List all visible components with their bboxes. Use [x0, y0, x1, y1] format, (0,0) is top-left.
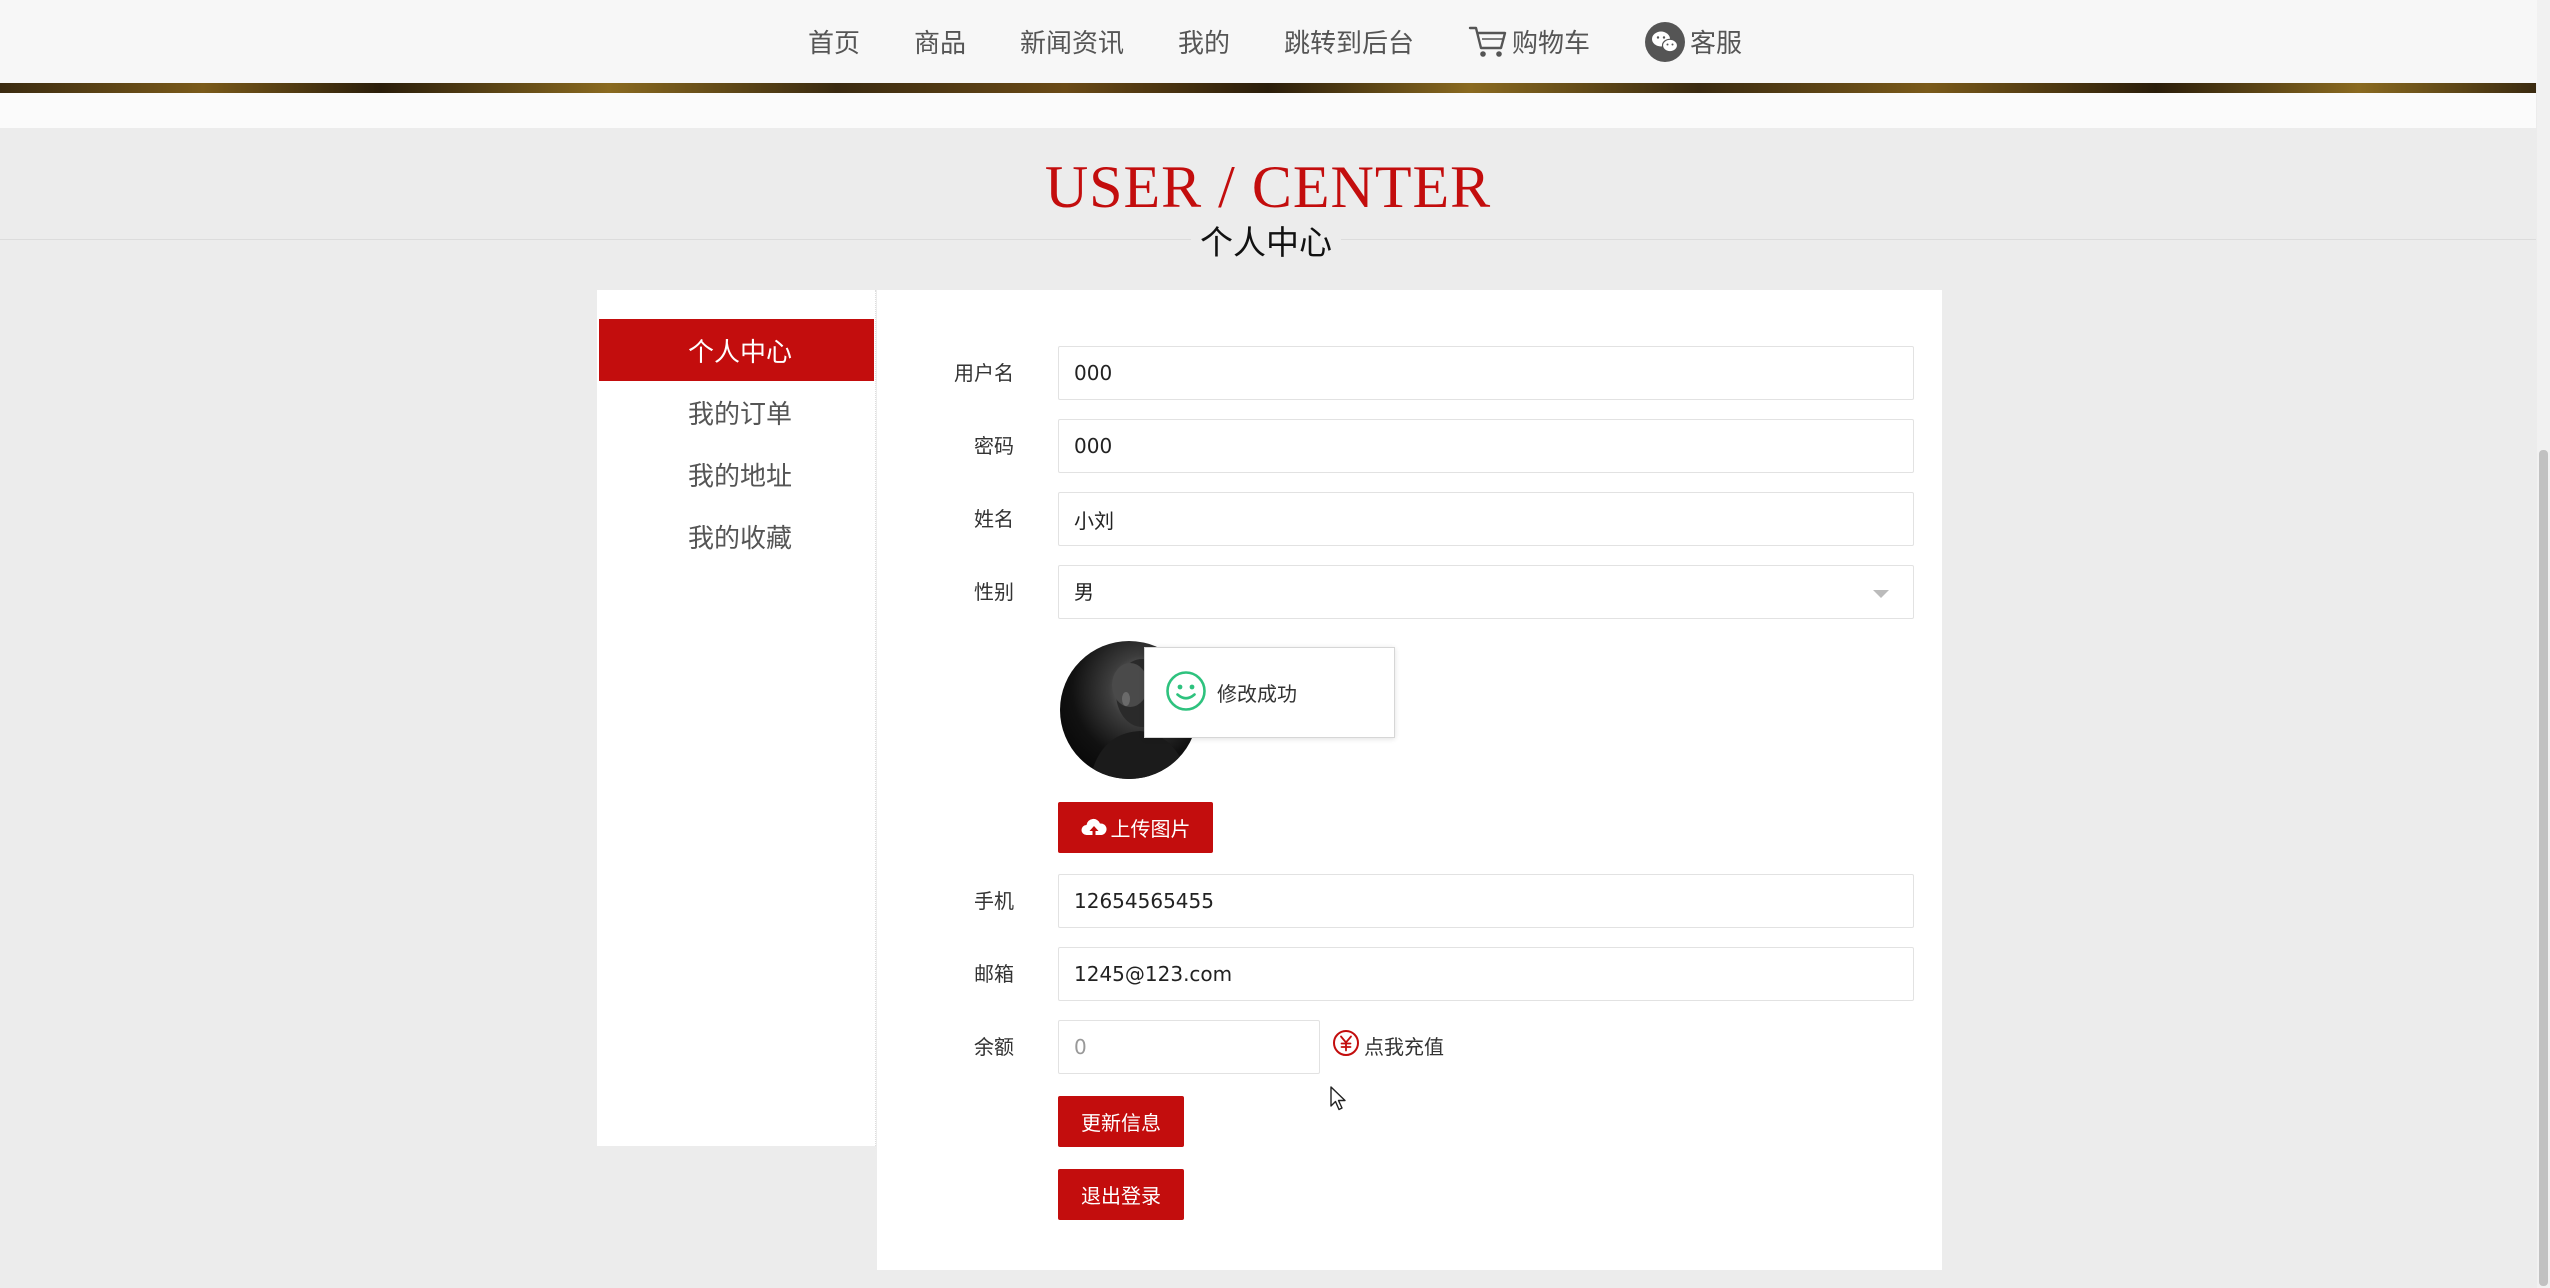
chevron-down-icon — [1873, 590, 1889, 598]
smile-icon — [1165, 670, 1207, 716]
sidebar-item-label: 我的收藏 — [688, 523, 793, 554]
nav-mine[interactable]: 我的 — [1178, 23, 1230, 60]
nav-cart[interactable]: 购物车 — [1468, 23, 1590, 60]
name-row: 姓名 — [877, 492, 1942, 546]
sidebar-item-user-center[interactable]: 个人中心 — [599, 319, 874, 381]
nav-service[interactable]: 客服 — [1644, 21, 1742, 63]
upload-image-label: 上传图片 — [1110, 819, 1191, 841]
sidebar-item-favorites[interactable]: 我的收藏 — [599, 505, 874, 567]
success-toast: 修改成功 — [1144, 647, 1395, 738]
nav-backend[interactable]: 跳转到后台 — [1284, 23, 1414, 60]
sidebar-item-label: 个人中心 — [688, 337, 793, 368]
nav-products-label: 商品 — [913, 29, 966, 59]
banner-image-strip — [0, 83, 2536, 93]
wechat-icon — [1644, 21, 1686, 63]
phone-row: 手机 — [877, 874, 1942, 928]
mouse-cursor-icon — [1330, 1086, 1348, 1116]
username-input[interactable] — [1058, 346, 1914, 400]
password-label: 密码 — [974, 434, 1014, 458]
banner-bottom — [0, 93, 2536, 128]
page-title: USER / CENTER — [1044, 154, 1492, 220]
top-navigation: 首页 商品 新闻资讯 我的 跳转到后台 购物车 客服 — [0, 0, 2550, 83]
nav-mine-label: 我的 — [1177, 29, 1230, 59]
page-subtitle: 个人中心 — [1191, 220, 1341, 266]
password-row: 密码 — [877, 419, 1942, 473]
upload-image-button[interactable]: 上传图片 — [1058, 802, 1213, 853]
phone-label: 手机 — [974, 889, 1014, 913]
email-input[interactable] — [1058, 947, 1914, 1001]
cloud-upload-icon — [1081, 817, 1107, 839]
user-sidebar: 个人中心 我的订单 我的地址 我的收藏 — [597, 290, 876, 1146]
page-scrollbar[interactable] — [2537, 0, 2550, 1288]
nav-cart-label: 购物车 — [1512, 29, 1591, 59]
name-input[interactable] — [1058, 492, 1914, 546]
scrollbar-thumb[interactable] — [2539, 450, 2548, 1286]
sidebar-item-address[interactable]: 我的地址 — [599, 443, 874, 505]
logout-button[interactable]: 退出登录 — [1058, 1169, 1184, 1220]
balance-input[interactable] — [1058, 1020, 1320, 1074]
email-row: 邮箱 — [877, 947, 1942, 1001]
sidebar-item-label: 我的地址 — [688, 461, 793, 492]
recharge-link[interactable]: 点我充值 — [1332, 1028, 1444, 1062]
nav-news-label: 新闻资讯 — [1019, 29, 1124, 59]
recharge-label: 点我充值 — [1364, 1034, 1444, 1059]
yuan-icon — [1332, 1029, 1360, 1061]
username-label: 用户名 — [954, 361, 1014, 385]
nav-service-label: 客服 — [1690, 29, 1743, 59]
gender-selected-value: 男 — [1074, 580, 1094, 604]
toast-message: 修改成功 — [1217, 682, 1297, 706]
nav-home-label: 首页 — [807, 29, 860, 59]
nav-backend-label: 跳转到后台 — [1284, 29, 1415, 59]
phone-input[interactable] — [1058, 874, 1914, 928]
user-info-panel: 用户名 密码 姓名 性别 男 — [877, 290, 1942, 1270]
gender-row: 性别 男 — [877, 565, 1942, 619]
update-info-button[interactable]: 更新信息 — [1058, 1096, 1184, 1147]
password-input[interactable] — [1058, 419, 1914, 473]
gender-label: 性别 — [974, 580, 1014, 604]
username-row: 用户名 — [877, 346, 1942, 400]
sidebar-item-orders[interactable]: 我的订单 — [599, 381, 874, 443]
sidebar-item-label: 我的订单 — [688, 399, 793, 430]
cart-icon — [1468, 24, 1508, 60]
nav-products[interactable]: 商品 — [914, 23, 966, 60]
balance-label: 余额 — [974, 1035, 1014, 1059]
name-label: 姓名 — [974, 507, 1014, 531]
nav-news[interactable]: 新闻资讯 — [1020, 23, 1124, 60]
email-label: 邮箱 — [974, 962, 1014, 986]
nav-home[interactable]: 首页 — [808, 23, 860, 60]
gender-select[interactable]: 男 — [1058, 565, 1914, 619]
